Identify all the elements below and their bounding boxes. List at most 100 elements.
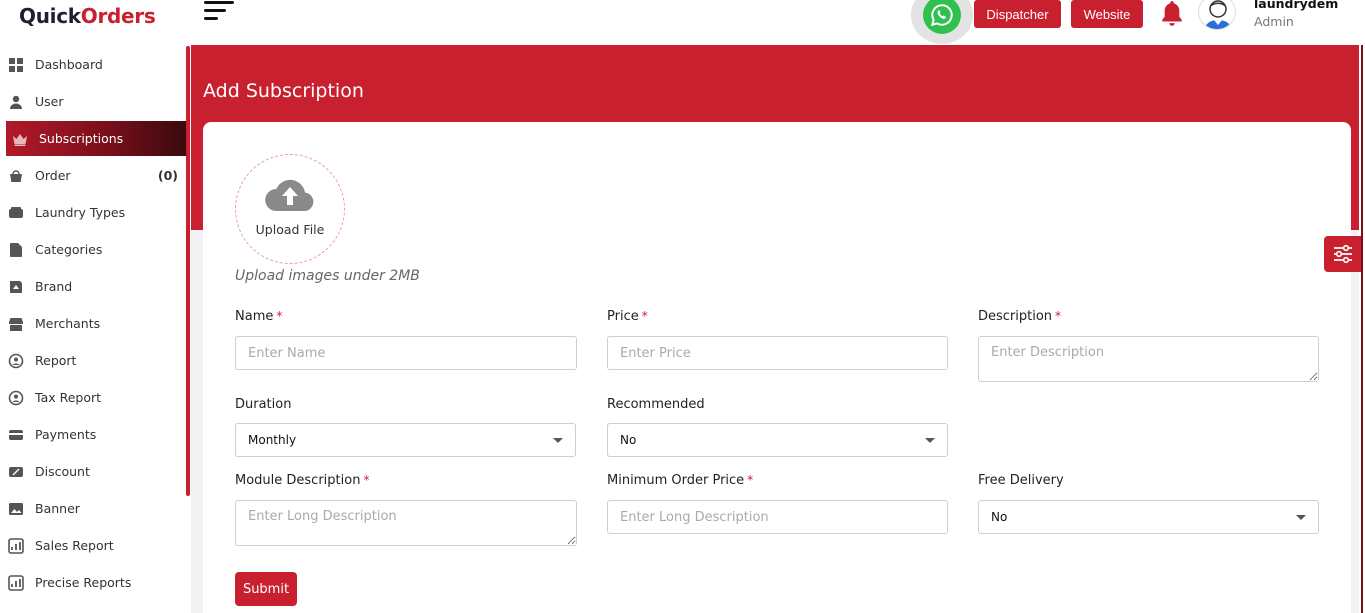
categories-icon <box>8 242 24 258</box>
description-textarea[interactable] <box>978 336 1319 382</box>
brand-icon <box>8 279 24 295</box>
required-marker: * <box>747 473 754 487</box>
price-label: Price * <box>607 309 648 324</box>
recommended-select-value: No <box>620 433 637 447</box>
submit-button[interactable]: Submit <box>235 572 297 606</box>
whatsapp-icon <box>923 0 961 34</box>
name-label-text: Name <box>235 309 274 324</box>
sidebar-item-precise-reports[interactable]: Precise Reports <box>0 564 186 601</box>
banner-icon <box>8 501 24 517</box>
brand-logo-part1: Quick <box>19 4 81 28</box>
free-delivery-label: Free Delivery <box>978 473 1064 488</box>
sidebar-item-laundry-types[interactable]: Laundry Types <box>0 194 186 231</box>
laundry-icon <box>8 205 24 221</box>
settings-sliders-button[interactable] <box>1324 236 1361 272</box>
page-title: Add Subscription <box>203 80 364 102</box>
precise-reports-icon <box>8 574 24 591</box>
sidebar-item-label: Order <box>35 168 71 183</box>
merchants-icon <box>8 316 24 332</box>
sidebar-item-dashboard[interactable]: Dashboard <box>0 46 186 83</box>
user-name: laundrydem <box>1254 0 1339 11</box>
sales-report-icon <box>8 537 24 554</box>
payments-icon <box>8 427 24 443</box>
sidebar-item-label: Banner <box>35 501 80 516</box>
module-description-label: Module Description * <box>235 473 369 488</box>
price-input[interactable] <box>607 336 948 370</box>
minimum-order-price-label: Minimum Order Price * <box>607 473 753 488</box>
sidebar-item-label: Payments <box>35 427 97 442</box>
form-card: Upload File Upload images under 2MB Name… <box>203 122 1351 613</box>
sidebar-item-report[interactable]: Report <box>0 342 186 379</box>
sidebar-item-label: Merchants <box>35 316 101 331</box>
menu-toggle-icon[interactable] <box>204 1 234 25</box>
duration-select[interactable]: Monthly <box>235 423 576 457</box>
order-count-badge: (0) <box>157 168 178 183</box>
sidebar-item-label: Sales Report <box>35 538 114 553</box>
sidebar: QuickOrders Dashboard User Subscriptions Or… <box>0 0 191 613</box>
minimum-order-price-input[interactable] <box>607 500 948 534</box>
sidebar-item-label: Report <box>35 353 77 368</box>
name-label: Name * <box>235 309 282 324</box>
sidebar-item-sales-report[interactable]: Sales Report <box>0 527 186 564</box>
notification-bell-icon[interactable] <box>1159 0 1185 28</box>
description-label-text: Description <box>978 309 1053 324</box>
sidebar-item-order[interactable]: Order (0) <box>0 157 186 194</box>
sidebar-item-notifications[interactable]: Notifications <box>0 601 186 613</box>
sidebar-item-tax-report[interactable]: Tax Report <box>0 379 186 416</box>
sidebar-item-merchants[interactable]: Merchants <box>0 305 186 342</box>
sidebar-item-banner[interactable]: Banner <box>0 490 186 527</box>
sidebar-item-discount[interactable]: Discount <box>0 453 186 490</box>
sidebar-nav: Dashboard User Subscriptions Order (0) Laundr… <box>0 46 186 613</box>
user-role: Admin <box>1254 14 1294 29</box>
name-input[interactable] <box>235 336 577 370</box>
module-description-textarea[interactable] <box>235 500 577 546</box>
upload-hint: Upload images under 2MB <box>235 268 420 284</box>
user-icon <box>8 94 24 110</box>
sidebar-scrollbar[interactable] <box>186 46 190 496</box>
sidebar-item-user[interactable]: User <box>0 83 186 120</box>
duration-label: Duration <box>235 397 292 412</box>
whatsapp-button[interactable] <box>911 0 973 44</box>
required-marker: * <box>641 309 648 323</box>
dashboard-icon <box>8 57 24 73</box>
required-marker: * <box>363 473 370 487</box>
sidebar-item-categories[interactable]: Categories <box>0 231 186 268</box>
page-scrollbar[interactable] <box>1361 45 1363 613</box>
dispatcher-button[interactable]: Dispatcher <box>974 0 1061 28</box>
recommended-select[interactable]: No <box>607 423 948 457</box>
sidebar-item-label: Categories <box>35 242 103 257</box>
duration-select-value: Monthly <box>248 433 297 447</box>
description-label: Description * <box>978 309 1061 324</box>
user-avatar[interactable] <box>1198 0 1236 30</box>
sidebar-item-label: Precise Reports <box>35 575 132 590</box>
recommended-label: Recommended <box>607 397 705 412</box>
sidebar-item-subscriptions[interactable]: Subscriptions <box>6 121 186 156</box>
sidebar-item-label: Laundry Types <box>35 205 126 220</box>
sidebar-item-brand[interactable]: Brand <box>0 268 186 305</box>
chevron-down-icon <box>553 438 563 443</box>
sidebar-item-label: Dashboard <box>35 57 103 72</box>
chevron-down-icon <box>925 438 935 443</box>
topbar: Dispatcher Website laundrydem Admin <box>191 0 1365 45</box>
free-delivery-select[interactable]: No <box>978 500 1319 534</box>
tax-report-icon <box>8 390 24 406</box>
sidebar-item-label: Subscriptions <box>39 131 124 146</box>
free-delivery-select-value: No <box>991 510 1008 524</box>
sidebar-item-payments[interactable]: Payments <box>0 416 186 453</box>
module-description-label-text: Module Description <box>235 473 361 488</box>
crown-icon <box>12 131 28 147</box>
sidebar-item-label: User <box>35 94 64 109</box>
sliders-icon <box>1333 244 1352 264</box>
basket-icon <box>8 168 24 184</box>
required-marker: * <box>276 309 283 323</box>
website-button[interactable]: Website <box>1071 0 1143 28</box>
price-label-text: Price <box>607 309 639 324</box>
upload-file-dropzone[interactable]: Upload File <box>235 154 345 264</box>
sidebar-item-label: Brand <box>35 279 73 294</box>
discount-icon <box>8 464 24 480</box>
upload-file-label: Upload File <box>255 222 325 237</box>
brand-logo[interactable]: QuickOrders <box>19 4 156 28</box>
upload-cloud-icon <box>264 179 316 215</box>
brand-logo-part2: Orders <box>80 4 156 28</box>
required-marker: * <box>1055 309 1062 323</box>
